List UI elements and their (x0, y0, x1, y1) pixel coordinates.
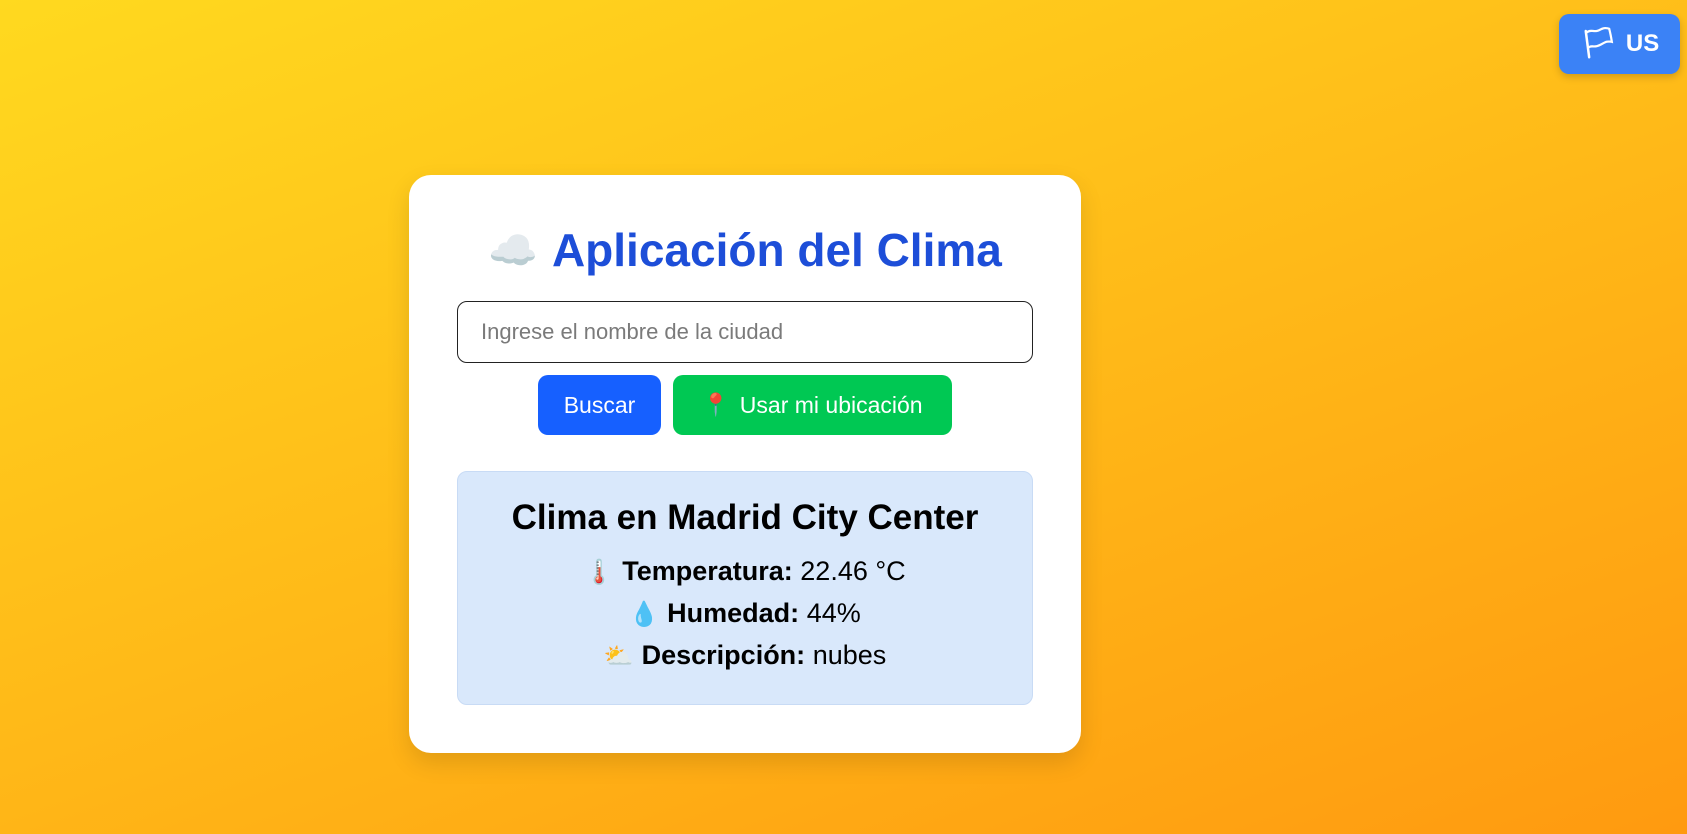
humidity-row: 💧 Humedad: 44% (458, 596, 1032, 632)
description-row: ⛅ Descripción: nubes (458, 638, 1032, 674)
thermometer-icon: 🌡️ (584, 559, 615, 586)
weather-app-card: ☁️ Aplicación del Clima Buscar 📍 Usar mi … (409, 175, 1081, 753)
search-button[interactable]: Buscar (538, 375, 661, 435)
description-value: nubes (812, 640, 887, 670)
temperature-value: 22.46 °C (800, 556, 906, 586)
droplet-icon: 💧 (629, 601, 660, 628)
flag-icon: 🏳 (1579, 27, 1618, 60)
app-title-wrapper: ☁️ Aplicación del Clima (409, 219, 1081, 282)
sun-behind-cloud-icon: ⛅ (603, 643, 634, 670)
use-location-label: Usar mi ubicación (739, 391, 923, 418)
use-location-button[interactable]: 📍 Usar mi ubicación (673, 375, 952, 435)
weather-result-panel: Clima en Madrid City Center 🌡️ Temperatur… (457, 471, 1033, 705)
app-title: Aplicación del Clima (551, 224, 1002, 276)
city-search-input[interactable] (457, 301, 1033, 363)
language-toggle-button[interactable]: 🏳 US (1559, 14, 1680, 74)
weather-title: Clima en Madrid City Center (511, 498, 979, 537)
pin-icon: 📍 (702, 392, 730, 417)
temperature-label: Temperatura: (622, 556, 793, 586)
humidity-value: 44% (806, 598, 861, 628)
cloud-icon: ☁️ (488, 229, 538, 273)
temperature-row: 🌡️ Temperatura: 22.46 °C (458, 554, 1032, 590)
description-label: Descripción: (641, 640, 806, 670)
search-button-label: Buscar (563, 391, 636, 418)
language-label: US (1625, 30, 1660, 57)
humidity-label: Humedad: (667, 598, 800, 628)
